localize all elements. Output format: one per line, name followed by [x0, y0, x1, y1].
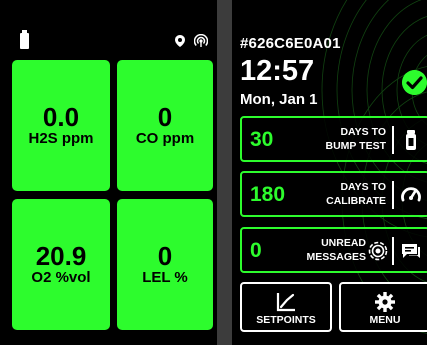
panel-divider — [217, 0, 232, 345]
gauge-icon — [401, 187, 421, 202]
bump-test-label-line1: DAYS TO — [340, 126, 386, 138]
h2s-reading-tile[interactable]: 0.0 H2S ppm — [12, 60, 110, 191]
messages-label: UNREAD MESSAGES — [306, 236, 366, 264]
card-separator — [392, 237, 394, 265]
co-value: 0 — [157, 102, 173, 132]
menu-button[interactable]: MENU — [339, 282, 427, 332]
gps-pin-icon — [175, 35, 185, 47]
gear-icon — [375, 292, 395, 312]
battery-icon — [20, 30, 29, 49]
calibrate-label-line2: CALIBRATE — [326, 195, 386, 207]
card-separator — [392, 181, 394, 209]
calibrate-card[interactable]: 180 DAYS TO CALIBRATE — [240, 171, 427, 217]
wireless-signal-icon — [194, 34, 208, 47]
bump-test-label: DAYS TO BUMP TEST — [326, 125, 386, 153]
bump-test-card[interactable]: 30 DAYS TO BUMP TEST — [240, 116, 427, 162]
status-ok-check-icon — [402, 70, 427, 95]
device-id: #626C6E0A01 — [240, 35, 341, 52]
device-info-panel: #626C6E0A01 12:57 Mon, Jan 1 30 DAYS TO … — [232, 0, 427, 345]
co-unit: CO ppm — [135, 130, 195, 147]
bump-test-icon — [406, 130, 416, 150]
co-reading-tile[interactable]: 0 CO ppm — [117, 60, 213, 191]
unread-messages-count: 0 — [250, 239, 262, 262]
setpoints-button[interactable]: SETPOINTS — [240, 282, 332, 332]
h2s-value: 0.0 — [42, 102, 80, 132]
bump-test-label-line2: BUMP TEST — [325, 140, 386, 152]
o2-value: 20.9 — [35, 241, 87, 271]
card-separator — [392, 126, 394, 154]
messages-card[interactable]: 0 UNREAD MESSAGES — [240, 227, 427, 273]
calibrate-label: DAYS TO CALIBRATE — [326, 180, 386, 208]
gas-readings-panel: 0.0 H2S ppm 0 CO ppm 20.9 O2 %vol 0 LEL … — [0, 0, 217, 345]
messages-label-line2: MESSAGES — [306, 251, 366, 263]
bump-test-days: 30 — [250, 128, 274, 151]
calibrate-days: 180 — [250, 183, 286, 206]
clock-date: Mon, Jan 1 — [240, 91, 318, 108]
lel-reading-tile[interactable]: 0 LEL % — [117, 199, 213, 330]
messages-label-line1: UNREAD — [321, 237, 366, 249]
chart-line-icon — [276, 293, 295, 312]
o2-unit: O2 %vol — [31, 269, 91, 286]
o2-reading-tile[interactable]: 20.9 O2 %vol — [12, 199, 110, 330]
calibrate-label-line1: DAYS TO — [340, 181, 386, 193]
lel-value: 0 — [157, 241, 173, 271]
clock-time: 12:57 — [240, 55, 315, 87]
status-bar — [0, 0, 217, 56]
setpoints-label: SETPOINTS — [256, 314, 316, 326]
message-icon — [402, 244, 420, 258]
h2s-unit: H2S ppm — [28, 130, 94, 147]
lel-unit: LEL % — [142, 269, 188, 286]
menu-label: MENU — [369, 314, 401, 326]
radio-signal-icon — [368, 241, 388, 261]
